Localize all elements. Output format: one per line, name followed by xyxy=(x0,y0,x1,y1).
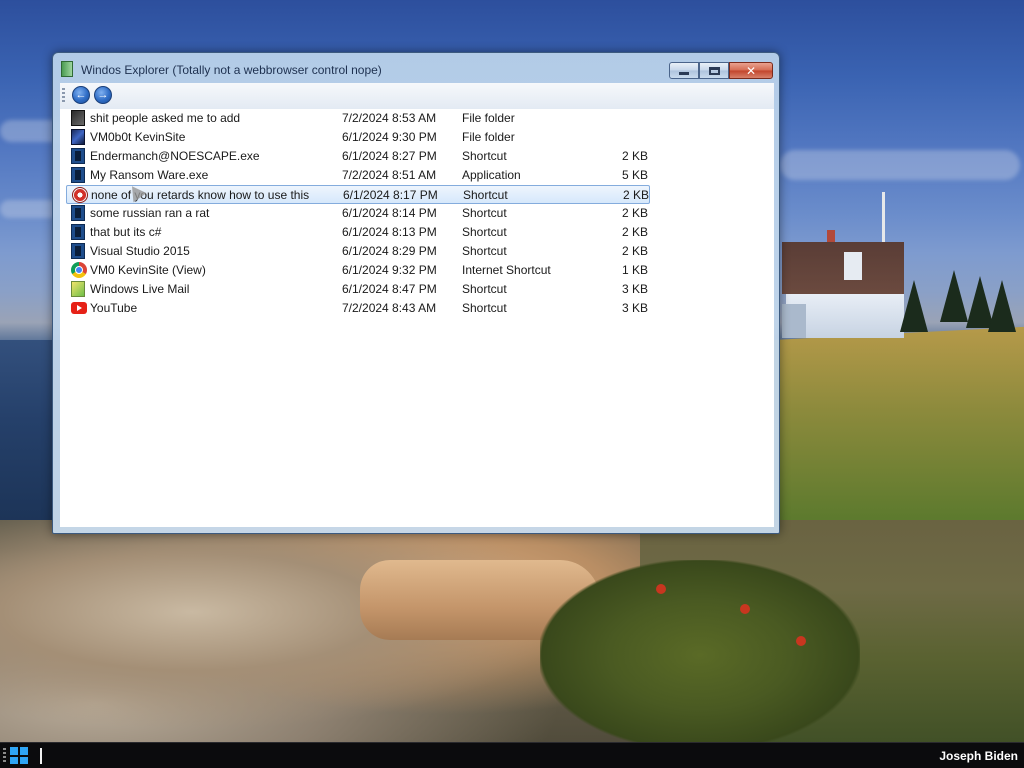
user-name: Joseph Biden xyxy=(939,749,1018,763)
file-name: none of you retards know how to use this xyxy=(91,188,310,202)
file-date: 6/1/2024 8:14 PM xyxy=(342,206,437,220)
wallpaper-berry xyxy=(740,604,750,614)
wallpaper-house xyxy=(782,230,904,338)
wallpaper-tree xyxy=(988,280,1016,332)
file-type: File folder xyxy=(462,111,515,125)
file-row[interactable]: some russian ran a rat 6/1/2024 8:14 PM Sh… xyxy=(66,204,650,223)
file-type: Shortcut xyxy=(462,206,507,220)
forward-arrow-icon: → xyxy=(97,88,109,101)
file-type: Application xyxy=(462,168,521,182)
file-type: Internet Shortcut xyxy=(462,263,551,277)
file-size: 5 KB xyxy=(621,168,648,182)
close-button[interactable]: ✕ xyxy=(729,62,773,79)
file-name: VM0 KevinSite (View) xyxy=(90,263,206,277)
wallpaper-tree xyxy=(940,270,968,322)
taskbar-separator xyxy=(40,748,42,764)
file-size: 2 KB xyxy=(621,206,648,220)
file-name: some russian ran a rat xyxy=(90,206,210,220)
file-type: Shortcut xyxy=(462,282,507,296)
file-date: 6/1/2024 8:27 PM xyxy=(342,149,437,163)
file-date: 7/2/2024 8:43 AM xyxy=(342,301,437,315)
caption-buttons: ✕ xyxy=(669,62,773,80)
file-size: 1 KB xyxy=(621,263,648,277)
file-row[interactable]: Visual Studio 2015 6/1/2024 8:29 PM Shortc… xyxy=(66,242,650,261)
youtube-icon xyxy=(71,302,87,314)
file-type: Shortcut xyxy=(462,225,507,239)
file-row[interactable]: YouTube 7/2/2024 8:43 AM Shortcut 3 KB xyxy=(66,299,650,318)
taskbar-grip[interactable] xyxy=(3,748,6,764)
title-bar[interactable]: Windos Explorer (Totally not a webbrowse… xyxy=(53,53,779,83)
file-row[interactable]: My Ransom Ware.exe 7/2/2024 8:51 AM Applic… xyxy=(66,166,650,185)
start-button[interactable] xyxy=(10,747,28,764)
file-date: 6/1/2024 8:29 PM xyxy=(342,244,437,258)
file-type: Shortcut xyxy=(462,301,507,315)
application-icon xyxy=(71,167,85,183)
file-size: 2 KB xyxy=(621,244,648,258)
chrome-icon xyxy=(71,262,87,278)
file-date: 7/2/2024 8:53 AM xyxy=(342,111,437,125)
file-size: 2 KB xyxy=(621,149,648,163)
wallpaper-cloud xyxy=(0,200,60,218)
shortcut-icon xyxy=(71,148,85,164)
file-name: Windows Live Mail xyxy=(90,282,190,296)
folder-icon xyxy=(71,110,85,126)
file-size: 3 KB xyxy=(621,282,648,296)
file-row[interactable]: that but its c# 6/1/2024 8:13 PM Shortcut 2… xyxy=(66,223,650,242)
file-name: shit people asked me to add xyxy=(90,111,241,125)
back-button[interactable]: ← xyxy=(72,86,90,104)
file-type: Shortcut xyxy=(462,149,507,163)
wallpaper-bush xyxy=(540,560,860,750)
windows-logo-icon xyxy=(10,747,18,755)
file-row[interactable]: Windows Live Mail 6/1/2024 8:47 PM Shortcu… xyxy=(66,280,650,299)
maximize-button[interactable] xyxy=(699,62,729,79)
file-date: 6/1/2024 8:13 PM xyxy=(342,225,437,239)
file-date: 6/1/2024 8:47 PM xyxy=(342,282,437,296)
file-date: 6/1/2024 9:30 PM xyxy=(342,130,437,144)
file-name: My Ransom Ware.exe xyxy=(90,168,209,182)
mail-icon xyxy=(71,281,85,297)
file-name: Visual Studio 2015 xyxy=(90,244,190,258)
shortcut-icon xyxy=(71,205,85,221)
toolbar: ← → xyxy=(60,83,774,110)
file-size: 3 KB xyxy=(621,301,648,315)
minimize-icon xyxy=(679,72,689,75)
file-row[interactable]: Endermanch@NOESCAPE.exe 6/1/2024 8:27 PM S… xyxy=(66,147,650,166)
file-row[interactable]: none of you retards know how to use this… xyxy=(66,185,650,204)
file-type: Shortcut xyxy=(462,244,507,258)
wallpaper-berry xyxy=(796,636,806,646)
desktop: Windos Explorer (Totally not a webbrowse… xyxy=(0,0,1024,768)
file-size: 2 KB xyxy=(622,188,649,202)
back-arrow-icon: ← xyxy=(75,88,87,101)
taskbar: Joseph Biden xyxy=(0,742,1024,768)
file-size: 2 KB xyxy=(621,225,648,239)
file-type: Shortcut xyxy=(463,188,508,202)
wallpaper-cloud xyxy=(780,150,1020,180)
wallpaper-tree xyxy=(900,280,928,332)
toolbar-grip[interactable] xyxy=(62,88,65,104)
forward-button[interactable]: → xyxy=(94,86,112,104)
file-row[interactable]: shit people asked me to add 7/2/2024 8:53… xyxy=(66,109,650,128)
window-title: Windos Explorer (Totally not a webbrowse… xyxy=(81,63,382,77)
vm-folder-icon xyxy=(71,129,85,145)
wallpaper-berry xyxy=(656,584,666,594)
ransom-shortcut-icon xyxy=(72,187,88,203)
file-name: YouTube xyxy=(90,301,138,315)
file-date: 7/2/2024 8:51 AM xyxy=(342,168,437,182)
app-icon xyxy=(61,61,73,77)
file-type: File folder xyxy=(462,130,515,144)
maximize-icon xyxy=(708,66,720,75)
minimize-button[interactable] xyxy=(669,62,699,79)
file-date: 6/1/2024 8:17 PM xyxy=(343,188,438,202)
explorer-window[interactable]: Windos Explorer (Totally not a webbrowse… xyxy=(52,52,780,534)
file-name: Endermanch@NOESCAPE.exe xyxy=(90,149,260,163)
file-name: that but its c# xyxy=(90,225,162,239)
file-name: VM0b0t KevinSite xyxy=(90,130,186,144)
shortcut-icon xyxy=(71,224,85,240)
file-row[interactable]: VM0b0t KevinSite 6/1/2024 9:30 PM File fol… xyxy=(66,128,650,147)
file-date: 6/1/2024 9:32 PM xyxy=(342,263,437,277)
shortcut-icon xyxy=(71,243,85,259)
close-icon: ✕ xyxy=(745,63,757,78)
file-list[interactable]: shit people asked me to add 7/2/2024 8:53… xyxy=(60,109,774,527)
file-row[interactable]: VM0 KevinSite (View) 6/1/2024 9:32 PM Inte… xyxy=(66,261,650,280)
